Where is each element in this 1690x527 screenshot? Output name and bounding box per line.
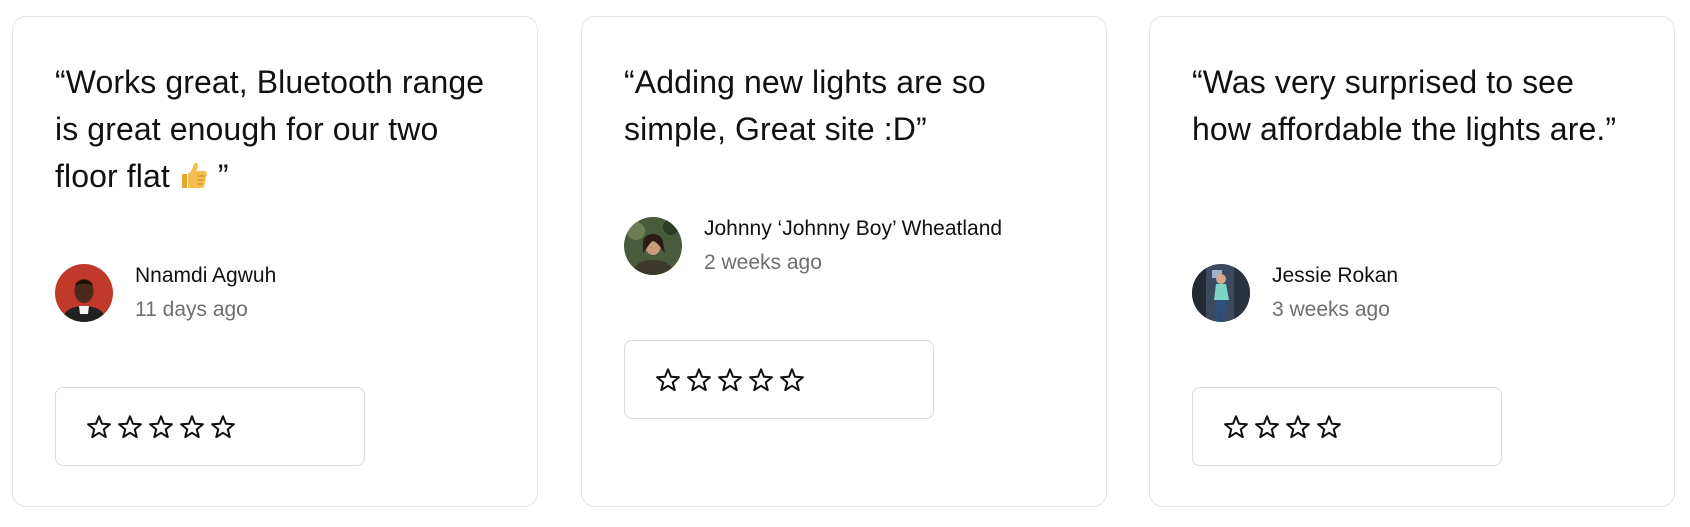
review-card: “Was very surprised to see how affordabl… — [1149, 16, 1675, 507]
reviews-section: “Works great, Bluetooth range is great e… — [0, 0, 1690, 527]
review-time: 3 weeks ago — [1272, 298, 1390, 321]
star-icon[interactable] — [779, 367, 805, 393]
star-rating[interactable] — [1192, 387, 1502, 466]
star-icon[interactable] — [717, 367, 743, 393]
review-card: “Works great, Bluetooth range is great e… — [12, 16, 538, 507]
review-quote: “Adding new lights are so simple, Great … — [624, 64, 986, 147]
star-rating[interactable] — [55, 387, 365, 466]
star-rating[interactable] — [624, 340, 934, 419]
author-name: Nnamdi Agwuh — [135, 264, 277, 287]
avatar[interactable] — [624, 217, 682, 275]
star-icon[interactable] — [148, 414, 174, 440]
author-name: Johnny ‘Johnny Boy’ Wheatland — [704, 217, 1003, 240]
review-author: Nnamdi Agwuh 11 days ago — [55, 263, 276, 323]
avatar[interactable] — [55, 264, 113, 322]
review-author: Johnny ‘Johnny Boy’ Wheatland 2 weeks ag… — [624, 216, 1002, 276]
star-icon[interactable] — [1285, 414, 1311, 440]
review-author: Jessie Rokan 3 weeks ago — [1192, 263, 1398, 323]
star-icon[interactable] — [1316, 414, 1342, 440]
star-icon[interactable] — [1254, 414, 1280, 440]
thumbs-up-icon — [179, 157, 209, 204]
star-icon[interactable] — [117, 414, 143, 440]
review-time: 11 days ago — [135, 298, 248, 321]
star-icon[interactable] — [655, 367, 681, 393]
avatar[interactable] — [1192, 264, 1250, 322]
star-icon[interactable] — [748, 367, 774, 393]
review-quote: “Works great, Bluetooth range is great e… — [55, 59, 495, 204]
author-name: Jessie Rokan — [1272, 264, 1399, 287]
star-icon[interactable] — [686, 367, 712, 393]
review-time: 2 weeks ago — [704, 251, 822, 274]
star-icon[interactable] — [210, 414, 236, 440]
star-icon[interactable] — [86, 414, 112, 440]
star-icon[interactable] — [1223, 414, 1249, 440]
star-icon[interactable] — [179, 414, 205, 440]
review-card: “Adding new lights are so simple, Great … — [581, 16, 1107, 507]
review-quote: “Was very surprised to see how affordabl… — [1192, 64, 1617, 147]
